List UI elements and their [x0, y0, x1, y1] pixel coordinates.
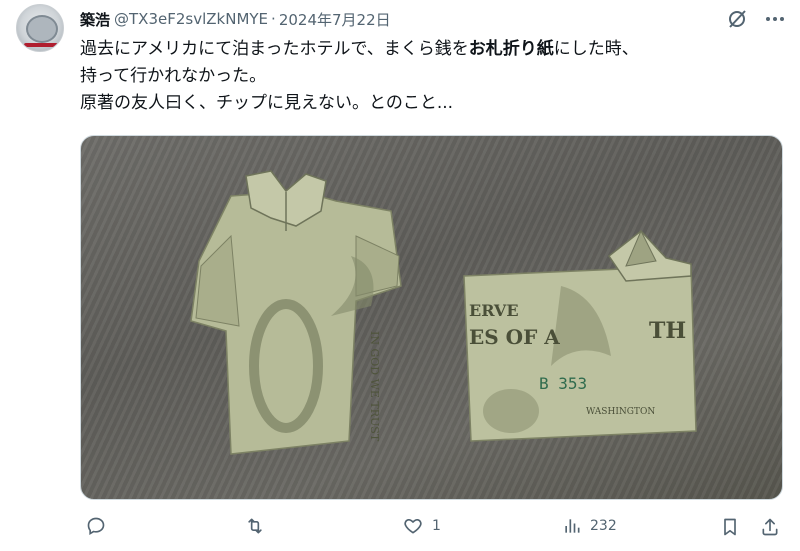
tweet-date[interactable]: 2024年7月22日	[279, 9, 391, 30]
avatar-stripe	[24, 43, 58, 47]
share-button[interactable]	[760, 516, 780, 538]
bill-text-states: ES OF A	[469, 325, 560, 349]
share-icon	[762, 518, 778, 536]
folded-bill-pocket: ERVE ES OF A TH B 353 WASHINGTON	[463, 229, 697, 442]
bill-text-washington: WASHINGTON	[586, 407, 655, 417]
bill-text-in-god: IN GOD WE TRUST	[368, 331, 381, 442]
bookmark-button[interactable]	[720, 516, 740, 538]
tweet-text-segment: にした時、	[553, 39, 639, 59]
heart-icon	[404, 518, 422, 534]
tweet-text-segment: 過去にアメリカにて泊まったホテルで、まくら銭を	[80, 39, 469, 59]
grok-slash-icon[interactable]	[726, 8, 748, 30]
tweet-text-line-1: 過去にアメリカにて泊まったホテルで、まくら銭をお札折り紙にした時、	[80, 36, 780, 63]
tweet-text-bold: お札折り紙	[468, 39, 554, 59]
bill-text-serve: ERVE	[469, 301, 519, 320]
header-separator: ·	[271, 10, 276, 28]
views-count: 232	[590, 518, 617, 534]
tweet-photo[interactable]: IN GOD WE TRUST ERVE ES OF A TH B 353 WA…	[80, 135, 783, 500]
bookmark-icon	[724, 518, 736, 536]
tweet-text-line-3: 原著の友人曰く、チップに見えない。とのこと...	[80, 93, 454, 113]
author-name[interactable]: 築浩	[80, 9, 110, 30]
tweet-text: 過去にアメリカにて泊まったホテルで、まくら銭をお札折り紙にした時、 持って行かれ…	[80, 36, 780, 117]
author-handle[interactable]: @TX3eF2svlZkNMYE	[114, 10, 268, 28]
avatar[interactable]	[16, 4, 64, 52]
more-dots-icon[interactable]	[764, 8, 786, 30]
retweet-button[interactable]	[244, 516, 274, 536]
tweet-actions: 1 232	[80, 516, 780, 548]
views-button[interactable]: 232	[562, 516, 617, 536]
retweet-icon	[248, 518, 262, 534]
folded-bill-shirt: IN GOD WE TRUST	[190, 170, 402, 455]
like-button[interactable]: 1	[402, 516, 441, 536]
bill-text-serial: B 353	[539, 374, 587, 393]
tweet-text-line-2: 持って行かれなかった。	[80, 66, 267, 86]
tweet-header: 築浩 @TX3eF2svlZkNMYE · 2024年7月22日	[80, 8, 391, 30]
like-count: 1	[432, 518, 441, 534]
reply-button[interactable]	[86, 516, 114, 536]
views-bar-icon	[565, 519, 580, 533]
avatar-coin-image	[26, 15, 58, 43]
tweet-top-icons	[726, 8, 786, 30]
bill-text-the: TH	[649, 318, 686, 344]
reply-icon	[87, 517, 105, 535]
